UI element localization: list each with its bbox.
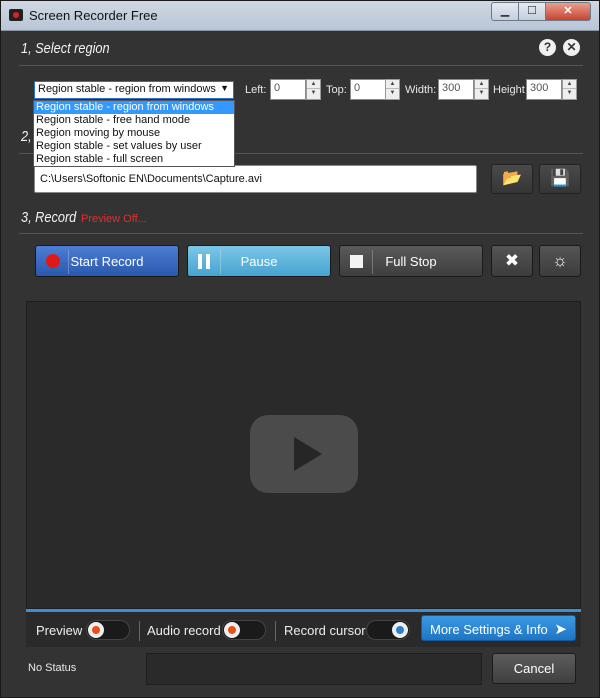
close-icon[interactable]: ✕ — [563, 39, 580, 56]
status-text: No Status — [28, 662, 77, 674]
full-stop-button[interactable]: Full Stop — [339, 245, 483, 277]
maximize-button[interactable]: ☐ — [518, 2, 546, 21]
status-box — [146, 653, 482, 685]
preview-area — [26, 301, 581, 609]
up-arrow-icon[interactable]: ▲ — [475, 80, 488, 89]
window-title: Screen Recorder Free — [29, 8, 158, 23]
more-settings-button[interactable]: More Settings & Info ➤ — [421, 615, 576, 641]
divider — [19, 233, 583, 234]
left-label: Left: — [245, 84, 267, 96]
preview-status: Preview Off... — [81, 213, 147, 225]
app-window: Screen Recorder Free ▁ ☐ ✕ 1, Select reg… — [0, 0, 600, 698]
down-arrow-icon[interactable]: ▼ — [475, 89, 488, 98]
section-select-region-title: 1, Select region — [21, 40, 110, 57]
down-arrow-icon[interactable]: ▼ — [307, 89, 320, 98]
minimize-button[interactable]: ▁ — [491, 2, 519, 21]
top-input[interactable]: 0 — [350, 79, 386, 100]
top-label: Top: — [326, 84, 347, 96]
play-icon[interactable] — [250, 415, 358, 493]
width-input[interactable]: 300 — [438, 79, 474, 100]
region-option[interactable]: Region stable - free hand mode — [34, 114, 234, 127]
down-arrow-icon[interactable]: ▼ — [563, 89, 576, 98]
record-cursor-label: Record cursor — [284, 623, 366, 638]
save-file-button[interactable]: 💾 — [539, 164, 581, 194]
up-arrow-icon[interactable]: ▲ — [307, 80, 320, 89]
section-record-title: 3, Record — [21, 209, 77, 226]
preview-toggle[interactable] — [86, 620, 130, 640]
close-window-button[interactable]: ✕ — [545, 2, 591, 21]
record-cursor-toggle[interactable] — [366, 620, 410, 640]
region-option[interactable]: Region stable - full screen — [34, 153, 234, 166]
region-mode-list[interactable]: Region stable - region from windows Regi… — [33, 100, 235, 167]
app-icon — [9, 9, 23, 21]
help-icon[interactable]: ? — [539, 39, 556, 56]
toggle-knob — [392, 622, 408, 638]
width-stepper[interactable]: ▲ ▼ — [474, 79, 489, 100]
up-arrow-icon[interactable]: ▲ — [386, 80, 399, 89]
toggle-knob — [88, 622, 104, 638]
audio-record-label: Audio record — [147, 623, 221, 638]
region-option[interactable]: Region stable - set values by user — [34, 140, 234, 153]
region-mode-selected: Region stable - region from windows — [38, 83, 216, 95]
start-record-button[interactable]: Start Record — [35, 245, 179, 277]
open-folder-button[interactable]: 📂 — [491, 164, 533, 194]
width-label: Width: — [405, 84, 437, 96]
up-arrow-icon[interactable]: ▲ — [563, 80, 576, 89]
wrench-icon: ✖ — [504, 251, 520, 270]
height-stepper[interactable]: ▲ ▼ — [562, 79, 577, 100]
height-label: Height — [493, 84, 525, 96]
divider — [19, 65, 583, 66]
brightness-button[interactable]: ☼ — [539, 245, 581, 277]
region-option[interactable]: Region stable - region from windows — [34, 101, 234, 114]
cancel-button[interactable]: Cancel — [492, 653, 576, 684]
chevron-down-icon: ▼ — [220, 83, 229, 93]
section-output-title: 2, — [21, 128, 32, 145]
paper-plane-icon: ➤ — [554, 621, 567, 638]
left-input[interactable]: 0 — [270, 79, 306, 100]
top-stepper[interactable]: ▲ ▼ — [385, 79, 400, 100]
audio-record-toggle[interactable] — [222, 620, 266, 640]
preview-label: Preview — [36, 623, 83, 638]
pause-button[interactable]: Pause — [187, 245, 331, 277]
save-icon: 💾 — [550, 170, 570, 187]
tools-button[interactable]: ✖ — [491, 245, 533, 277]
title-bar[interactable]: Screen Recorder Free ▁ ☐ ✕ — [1, 1, 599, 31]
left-stepper[interactable]: ▲ ▼ — [306, 79, 321, 100]
folder-icon: 📂 — [502, 170, 522, 187]
toggle-knob — [224, 622, 240, 638]
region-option[interactable]: Region moving by mouse — [34, 127, 234, 140]
region-mode-select[interactable]: Region stable - region from windows ▼ — [34, 81, 234, 99]
down-arrow-icon[interactable]: ▼ — [386, 89, 399, 98]
height-input[interactable]: 300 — [526, 79, 562, 100]
output-path-input[interactable]: C:\Users\Softonic EN\Documents\Capture.a… — [34, 165, 477, 193]
sun-icon: ☼ — [552, 251, 568, 270]
